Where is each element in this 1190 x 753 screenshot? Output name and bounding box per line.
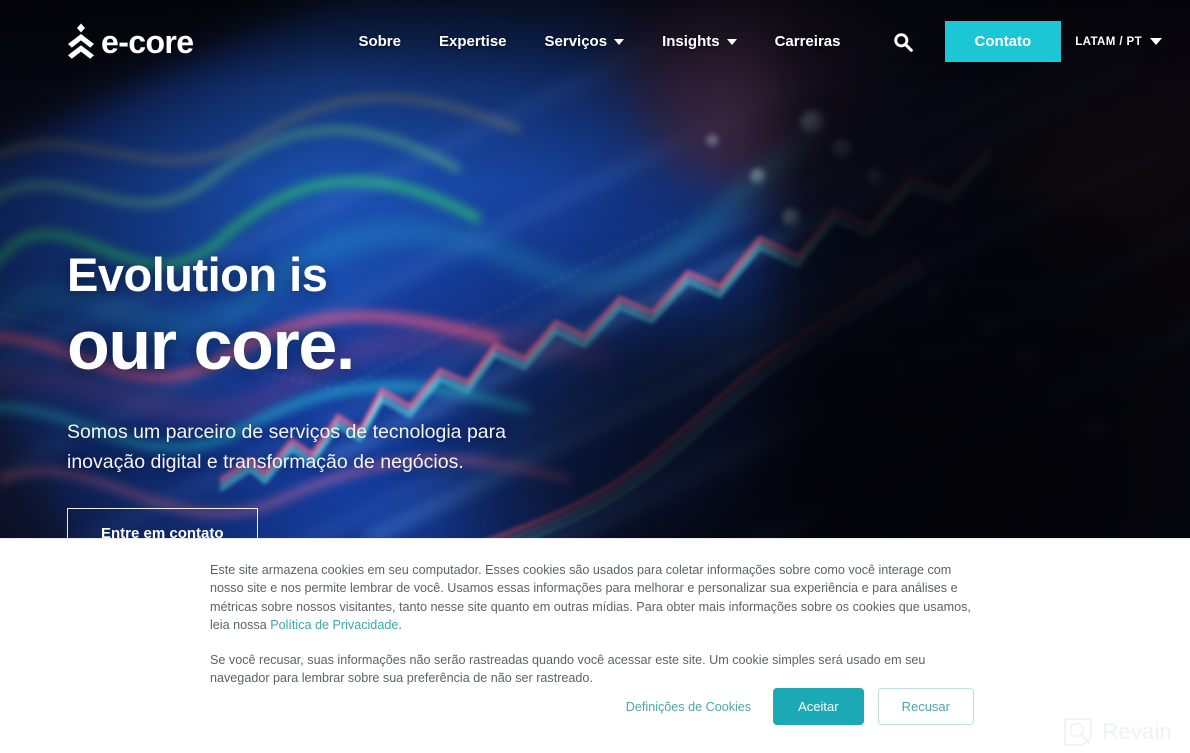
nav-label: Carreiras [774,33,841,50]
revain-watermark-label: Revain [1102,719,1172,744]
chevron-down-icon [726,38,737,45]
chevron-down-icon [614,38,625,45]
page-root: e-core Sobre Expertise Serviços Insights… [0,0,1190,753]
cookie-settings-button[interactable]: Definições de Cookies [626,700,773,714]
cookie-paragraph-1: Este site armazena cookies em seu comput… [210,561,980,635]
cookie-paragraph-2: Se você recusar, suas informações não se… [210,652,926,685]
cookie-paragraph-1-tail: . [398,618,402,633]
cookie-consent-banner: Este site armazena cookies em seu comput… [0,538,1190,753]
cookie-banner-text: Este site armazena cookies em seu comput… [0,539,1190,687]
header-actions: Contato LATAM / PT [883,20,1162,63]
nav-item-insights[interactable]: Insights [643,33,756,50]
revain-logo-icon [1064,718,1093,746]
search-icon [893,32,913,52]
nav-item-servicos[interactable]: Serviços [526,33,644,50]
hero-heading-line1: Evolution is [67,248,328,301]
language-label: LATAM / PT [1075,35,1142,48]
cookie-decline-button[interactable]: Recusar [877,688,974,725]
language-selector[interactable]: LATAM / PT [1075,36,1162,48]
nav-label: Serviços [544,33,608,50]
nav-item-carreiras[interactable]: Carreiras [756,33,860,50]
revain-watermark: Revain [1063,717,1172,747]
cookie-accept-button[interactable]: Aceitar [773,688,864,725]
contact-button[interactable]: Contato [944,20,1062,63]
privacy-policy-link[interactable]: Política de Privacidade [270,618,398,632]
hero-content: Evolution is our core. Somos um parceiro… [67,248,537,560]
site-logo[interactable]: e-core [66,23,194,61]
site-header: e-core Sobre Expertise Serviços Insights… [0,0,1190,83]
e-core-chevron-logo-icon [68,23,94,59]
logo-text: e-core [101,23,194,60]
nav-label: Insights [662,33,720,50]
hero-subtitle: Somos um parceiro de serviços de tecnolo… [67,420,506,474]
nav-item-expertise[interactable]: Expertise [420,33,526,50]
nav-label: Sobre [358,33,401,50]
search-button[interactable] [883,22,923,62]
nav-label: Expertise [438,33,507,50]
nav-item-sobre[interactable]: Sobre [339,33,420,50]
hero-heading-line2: our core. [67,305,355,384]
main-navigation: Sobre Expertise Serviços Insights Carrei… [339,33,859,50]
cookie-banner-actions: Definições de Cookies Aceitar Recusar [626,688,974,725]
chevron-down-icon [1150,38,1162,45]
